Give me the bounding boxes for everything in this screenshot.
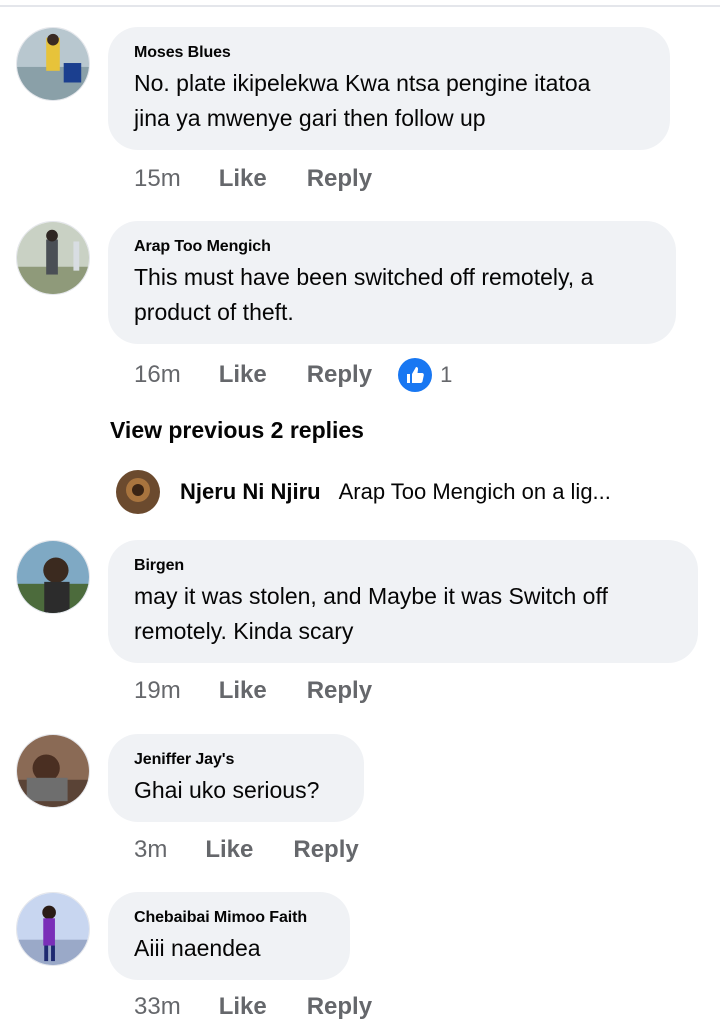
reply-button[interactable]: Reply xyxy=(307,677,372,705)
commenter-name[interactable]: Birgen xyxy=(134,556,672,576)
comment-text: Aiii naendea xyxy=(134,931,324,966)
comment-text-line: Aiii naendea xyxy=(134,935,261,961)
avatar[interactable] xyxy=(116,470,160,514)
avatar[interactable] xyxy=(16,540,90,614)
timestamp[interactable]: 16m xyxy=(134,361,181,389)
comment-actions: 19m Like Reply xyxy=(134,677,372,705)
like-button[interactable]: Like xyxy=(219,677,267,705)
comment-text-line: This must have been switched off remotel… xyxy=(134,264,594,290)
comment-bubble: Arap Too Mengich This must have been swi… xyxy=(108,221,676,344)
commenter-name[interactable]: Jeniffer Jay's xyxy=(134,750,338,770)
comment-bubble: Moses Blues No. plate ikipelekwa Kwa nts… xyxy=(108,27,670,150)
comment-actions: 16m Like Reply 1 xyxy=(134,358,452,392)
comment-text-line: Ghai uko serious? xyxy=(134,777,320,803)
comment-text-line: No. plate ikipelekwa Kwa ntsa pengine it… xyxy=(134,70,591,96)
avatar[interactable] xyxy=(16,734,90,808)
like-button[interactable]: Like xyxy=(219,361,267,389)
reaction-count-value: 1 xyxy=(440,362,453,387)
timestamp[interactable]: 19m xyxy=(134,677,181,705)
like-button[interactable]: Like xyxy=(219,993,267,1021)
reply-button[interactable]: Reply xyxy=(307,165,372,193)
timestamp[interactable]: 3m xyxy=(134,836,167,864)
reply-preview[interactable]: Njeru Ni Njiru Arap Too Mengich on a lig… xyxy=(116,470,611,514)
thumbs-up-icon xyxy=(398,358,433,392)
avatar[interactable] xyxy=(16,892,90,966)
reply-author-name[interactable]: Njeru Ni Njiru xyxy=(180,479,321,505)
commenter-name[interactable]: Chebaibai Mimoo Faith xyxy=(134,908,324,928)
comment-text-line: jina ya mwenye gari then follow up xyxy=(134,105,486,131)
comment-actions: 15m Like Reply xyxy=(134,165,372,193)
like-button[interactable]: Like xyxy=(205,836,253,864)
reply-button[interactable]: Reply xyxy=(307,993,372,1021)
reply-button[interactable]: Reply xyxy=(293,836,358,864)
comment-actions: 3m Like Reply xyxy=(134,836,359,864)
comment-bubble: Birgen may it was stolen, and Maybe it w… xyxy=(108,540,698,663)
comment-text: may it was stolen, and Maybe it was Swit… xyxy=(134,579,672,649)
comment-text: This must have been switched off remotel… xyxy=(134,260,650,330)
commenter-name[interactable]: Moses Blues xyxy=(134,43,644,63)
comment-bubble: Chebaibai Mimoo Faith Aiii naendea xyxy=(108,892,350,980)
top-divider xyxy=(0,5,720,7)
like-button[interactable]: Like xyxy=(219,165,267,193)
comment-text: No. plate ikipelekwa Kwa ntsa pengine it… xyxy=(134,66,644,136)
reply-button[interactable]: Reply xyxy=(307,361,372,389)
commenter-name[interactable]: Arap Too Mengich xyxy=(134,237,650,257)
comment-text-line: remotely. Kinda scary xyxy=(134,618,354,644)
avatar[interactable] xyxy=(16,221,90,295)
comment-text-line: product of theft. xyxy=(134,299,294,325)
comment-bubble: Jeniffer Jay's Ghai uko serious? xyxy=(108,734,364,822)
reaction-count[interactable]: 1 xyxy=(398,358,452,392)
timestamp[interactable]: 33m xyxy=(134,993,181,1021)
timestamp[interactable]: 15m xyxy=(134,165,181,193)
view-previous-replies-link[interactable]: View previous 2 replies xyxy=(110,417,364,444)
comment-text-line: may it was stolen, and Maybe it was Swit… xyxy=(134,583,608,609)
avatar[interactable] xyxy=(16,27,90,101)
comment-actions: 33m Like Reply xyxy=(134,993,372,1021)
reply-preview-text: Arap Too Mengich on a lig... xyxy=(338,479,611,504)
comment-text: Ghai uko serious? xyxy=(134,773,338,808)
